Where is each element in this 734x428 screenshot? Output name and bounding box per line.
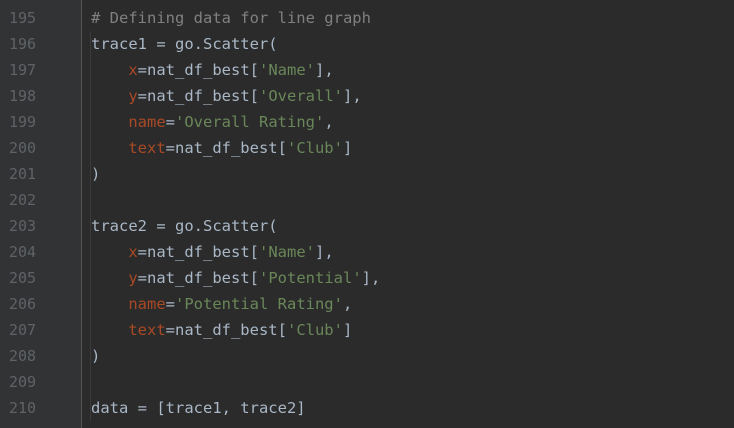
code-token-string: 'Club' — [286, 139, 343, 157]
code-line[interactable]: y=nat_df_best['Overall'], — [82, 83, 734, 109]
line-number: 207 — [9, 321, 37, 339]
code-token-string: 'Name' — [259, 243, 315, 261]
code-line[interactable]: text=nat_df_best['Club'] — [82, 135, 734, 161]
code-token-string: 'Potential' — [259, 269, 362, 287]
code-token-plain: = — [165, 295, 175, 313]
code-line[interactable] — [82, 369, 734, 395]
code-line[interactable]: trace2 = go.Scatter( — [82, 213, 734, 239]
code-token-plain: =nat_df_best[ — [137, 243, 259, 261]
code-editor[interactable]: 195 196 197 198 199 200 201 202 203 204 205 206 207 2… — [0, 0, 734, 428]
code-token-plain: ], — [361, 269, 381, 287]
code-token-plain: =nat_df_best[ — [137, 61, 259, 79]
line-number: 203 — [9, 217, 37, 235]
code-token-plain: data = [trace1, trace2] — [91, 399, 306, 417]
code-token-param: name — [128, 113, 166, 131]
line-number: 202 — [9, 191, 37, 209]
code-token-param: text — [128, 139, 166, 157]
code-line[interactable]: trace1 = go.Scatter( — [82, 31, 734, 57]
code-token-comment: # Defining data for line graph — [91, 9, 371, 27]
code-token-plain: ] — [342, 139, 353, 157]
code-line[interactable]: x=nat_df_best['Name'], — [82, 57, 734, 83]
code-token-string: 'Overall' — [259, 87, 343, 105]
code-token-plain: = — [165, 113, 175, 131]
code-token-plain: ] — [342, 321, 353, 339]
code-token-plain: ) — [91, 347, 101, 365]
line-number: 196 — [9, 35, 37, 53]
line-number: 208 — [9, 347, 37, 365]
code-token-string: 'Name' — [259, 61, 315, 79]
code-token-plain: , — [324, 113, 334, 131]
code-line[interactable]: y=nat_df_best['Potential'], — [82, 265, 734, 291]
code-token-plain: trace1 = go.Scatter( — [91, 35, 278, 53]
code-token-plain: ], — [315, 243, 334, 261]
line-number: 205 — [9, 269, 37, 287]
line-number: 201 — [9, 165, 37, 183]
code-token-string: 'Potential Rating' — [175, 295, 343, 313]
code-line[interactable]: data = [trace1, trace2] — [82, 395, 734, 421]
line-number: 199 — [9, 113, 37, 131]
code-token-plain: =nat_df_best[ — [165, 139, 287, 157]
code-token-plain: trace2 = go.Scatter( — [91, 217, 278, 235]
line-number: 210 — [9, 399, 37, 417]
code-token-plain: =nat_df_best[ — [137, 87, 259, 105]
line-number: 204 — [9, 243, 37, 261]
code-line[interactable]: x=nat_df_best['Name'], — [82, 239, 734, 265]
indent-guide — [90, 31, 91, 421]
code-token-param: y — [128, 87, 138, 105]
code-token-plain: , — [342, 295, 353, 313]
line-number: 206 — [9, 295, 37, 313]
code-line[interactable] — [82, 187, 734, 213]
code-area[interactable]: # Defining data for line graph trace1 = g… — [82, 0, 734, 428]
code-token-param: text — [128, 321, 166, 339]
code-token-plain: ], — [343, 87, 362, 105]
code-line[interactable]: name='Overall Rating', — [82, 109, 734, 135]
line-number-gutter[interactable]: 195 196 197 198 199 200 201 202 203 204 205 206 207 2… — [0, 0, 82, 428]
code-token-plain: ], — [315, 61, 334, 79]
code-token-plain: =nat_df_best[ — [165, 321, 287, 339]
code-token-param: name — [128, 295, 166, 313]
line-number: 200 — [9, 139, 37, 157]
code-token-param: x — [128, 61, 138, 79]
code-token-plain: =nat_df_best[ — [137, 269, 259, 287]
code-token-plain: ) — [91, 165, 101, 183]
code-token-param: y — [128, 269, 138, 287]
code-line[interactable]: ) — [82, 161, 734, 187]
line-number: 198 — [9, 87, 37, 105]
code-line[interactable]: text=nat_df_best['Club'] — [82, 317, 734, 343]
code-line[interactable]: # Defining data for line graph — [82, 5, 734, 31]
code-line[interactable]: ) — [82, 343, 734, 369]
code-line[interactable]: name='Potential Rating', — [82, 291, 734, 317]
line-number: 195 — [9, 9, 37, 27]
code-token-string: 'Club' — [286, 321, 343, 339]
line-number: 209 — [9, 373, 37, 391]
code-token-string: 'Overall Rating' — [175, 113, 325, 131]
code-token-param: x — [128, 243, 138, 261]
line-number: 197 — [9, 61, 37, 79]
